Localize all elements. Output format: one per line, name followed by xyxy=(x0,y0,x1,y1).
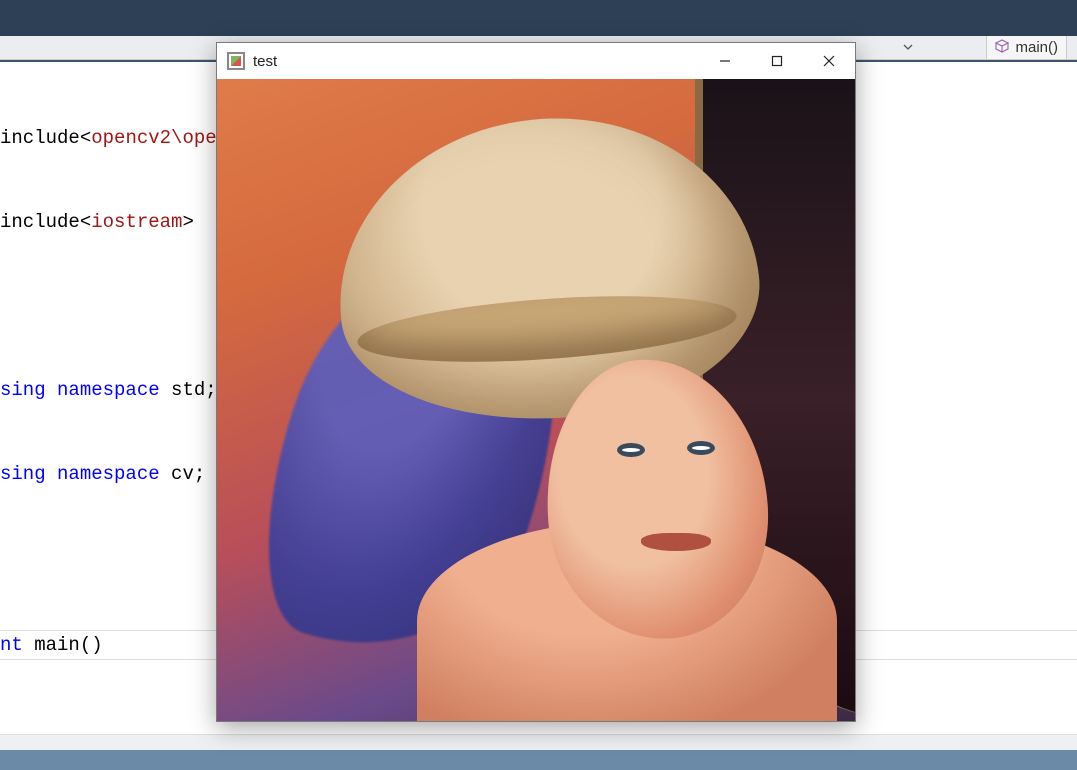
code-text: include xyxy=(0,211,80,233)
code-text: namespace xyxy=(46,379,160,401)
app-icon xyxy=(227,52,245,70)
code-text: std; xyxy=(160,379,217,401)
code-text: namespace xyxy=(46,463,160,485)
ide-titlebar xyxy=(0,0,1077,36)
nav-dropdown-arrow[interactable] xyxy=(899,38,917,56)
code-text: cv; xyxy=(160,463,206,485)
minimize-button[interactable] xyxy=(699,43,751,79)
code-text: sing xyxy=(0,463,46,485)
code-text: include xyxy=(0,127,80,149)
nav-function-indicator[interactable]: main() xyxy=(986,36,1067,60)
cube-icon xyxy=(995,39,1009,57)
status-bar xyxy=(0,750,1077,770)
code-text: < xyxy=(80,211,91,233)
opencv-image-window[interactable]: test xyxy=(216,42,856,722)
code-text: nt xyxy=(0,634,23,656)
code-text: iostream xyxy=(91,211,182,233)
maximize-button[interactable] xyxy=(751,43,803,79)
displayed-image xyxy=(217,79,855,721)
code-text: opencv2\ope xyxy=(91,127,216,149)
code-text: sing xyxy=(0,379,46,401)
close-button[interactable] xyxy=(803,43,855,79)
window-titlebar[interactable]: test xyxy=(217,43,855,79)
code-text: > xyxy=(182,211,193,233)
nav-function-label: main() xyxy=(1015,39,1058,56)
code-text: < xyxy=(80,127,91,149)
editor-bottom-bar xyxy=(0,734,1077,750)
window-title: test xyxy=(253,53,277,70)
code-text: main() xyxy=(23,634,103,656)
